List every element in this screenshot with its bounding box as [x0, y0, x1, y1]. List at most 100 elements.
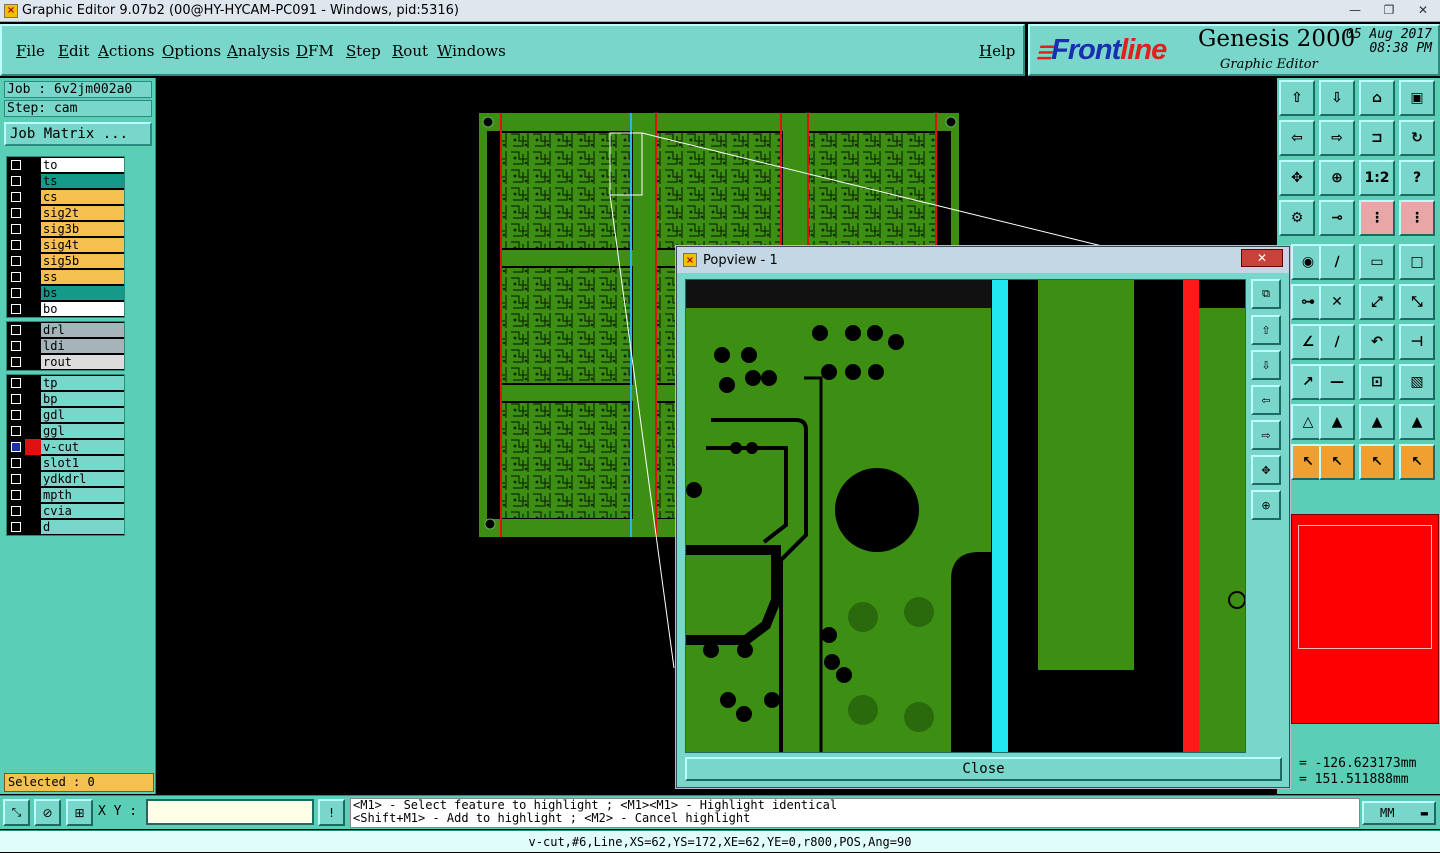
snap-icon[interactable]: ⊸ [1319, 200, 1355, 236]
layer-checkbox[interactable] [7, 285, 25, 301]
layer-row-ldi[interactable]: ldi [7, 338, 124, 354]
layer-row-slot1[interactable]: slot1 [7, 455, 124, 471]
layer-name[interactable]: slot1 [41, 455, 124, 471]
layer-name[interactable]: d [41, 519, 124, 535]
popview-window-icon[interactable]: ⧉ [1251, 279, 1281, 309]
layer-checkbox[interactable] [7, 354, 25, 370]
layer-row-cs[interactable]: cs [7, 189, 124, 205]
layer-name[interactable]: bo [41, 301, 124, 317]
select-net-icon[interactable]: ↖ [1399, 444, 1435, 480]
arc-icon[interactable]: ↶ [1359, 324, 1395, 360]
popview-fit-icon[interactable]: ✥ [1251, 455, 1281, 485]
layer-name[interactable]: ss [41, 269, 124, 285]
layer-name[interactable]: ldi [41, 338, 124, 354]
layer-row-ggl[interactable]: ggl [7, 423, 124, 439]
flip-icon[interactable]: ⊣ [1399, 324, 1435, 360]
layer-row-sig5b[interactable]: sig5b [7, 253, 124, 269]
popview-canvas[interactable] [685, 279, 1246, 753]
select-circle-icon[interactable]: ↖ [1359, 444, 1395, 480]
layer-row-cvia[interactable]: cvia [7, 503, 124, 519]
menu-help[interactable]: Help [979, 42, 1015, 60]
home-view-icon[interactable]: ⌂ [1359, 80, 1395, 116]
layer-row-ts[interactable]: ts [7, 173, 124, 189]
popview-close-button[interactable]: Close [685, 757, 1282, 781]
layer-checkbox[interactable] [7, 519, 25, 535]
net-highlight-icon[interactable]: ⋮ [1399, 200, 1435, 236]
layer-name[interactable]: bp [41, 391, 124, 407]
info-icon[interactable]: ! [318, 799, 345, 826]
triangle-up-icon[interactable]: ▲ [1319, 404, 1355, 440]
layer-checkbox[interactable] [7, 455, 25, 471]
layer-row-mpth[interactable]: mpth [7, 487, 124, 503]
layer-row-sig2t[interactable]: sig2t [7, 205, 124, 221]
layer-checkbox[interactable] [7, 338, 25, 354]
select-box-icon[interactable]: ↖ [1319, 444, 1355, 480]
outline-icon[interactable]: □ [1399, 244, 1435, 280]
menu-analysis[interactable]: Analysis [227, 42, 290, 60]
layer-name[interactable]: sig4t [41, 237, 124, 253]
layer-name[interactable]: sig3b [41, 221, 124, 237]
layer-checkbox[interactable] [7, 301, 25, 317]
layer-name[interactable]: ggl [41, 423, 124, 439]
menu-step[interactable]: Step [346, 42, 381, 60]
popview-center-icon[interactable]: ⊕ [1251, 490, 1281, 520]
layer-name[interactable]: bs [41, 285, 124, 301]
layer-checkbox[interactable] [7, 375, 25, 391]
popview-zoom-down-icon[interactable]: ⇩ [1251, 350, 1281, 380]
layer-row-to[interactable]: to [7, 157, 124, 173]
layer-name[interactable]: to [41, 157, 124, 173]
layer-checkbox[interactable] [7, 439, 25, 455]
layer-name[interactable]: rout [41, 354, 124, 370]
maximize-icon[interactable]: ❐ [1372, 0, 1406, 20]
window-view-icon[interactable]: ▣ [1399, 80, 1435, 116]
net-icon[interactable]: ⋮ [1359, 200, 1395, 236]
layer-name[interactable]: tp [41, 375, 124, 391]
layer-name[interactable]: sig5b [41, 253, 124, 269]
layer-checkbox[interactable] [7, 322, 25, 338]
cross-icon[interactable]: ✕ [1319, 284, 1355, 320]
menu-rout[interactable]: Rout [392, 42, 428, 60]
layer-row-d[interactable]: d [7, 519, 124, 535]
layer-checkbox[interactable] [7, 221, 25, 237]
layer-checkbox[interactable] [7, 173, 25, 189]
layer-checkbox[interactable] [7, 407, 25, 423]
layer-name[interactable]: ts [41, 173, 124, 189]
layer-name[interactable]: ydkdrl [41, 471, 124, 487]
close-icon[interactable]: ✕ [1406, 0, 1440, 20]
layer-checkbox[interactable] [7, 253, 25, 269]
layer-row-sig3b[interactable]: sig3b [7, 221, 124, 237]
layer-checkbox[interactable] [7, 205, 25, 221]
layer-row-v-cut[interactable]: v-cut [7, 439, 124, 455]
scale-icon[interactable]: 1:2 [1359, 160, 1395, 196]
menu-windows[interactable]: Windows [437, 42, 506, 60]
menu-file[interactable]: File [16, 42, 45, 60]
layer-row-sig4t[interactable]: sig4t [7, 237, 124, 253]
zoom-down-icon[interactable]: ⇩ [1319, 80, 1355, 116]
copy-icon[interactable]: ⊡ [1359, 364, 1395, 400]
connect-arrow-icon[interactable]: ⤡ [1399, 284, 1435, 320]
triangle-arc-icon[interactable]: ▲ [1359, 404, 1395, 440]
layer-checkbox[interactable] [7, 269, 25, 285]
layer-name[interactable]: cs [41, 189, 124, 205]
menu-actions[interactable]: Actions [98, 42, 154, 60]
layer-row-drl[interactable]: drl [7, 322, 124, 338]
layer-row-bo[interactable]: bo [7, 301, 124, 317]
zoom-up-icon[interactable]: ⇧ [1279, 80, 1315, 116]
menu-dfm[interactable]: DFM [296, 42, 334, 60]
group-icon[interactable]: ▧ [1399, 364, 1435, 400]
slash-icon[interactable]: ∕ [1319, 324, 1355, 360]
split-icon[interactable]: — [1319, 364, 1355, 400]
layer-checkbox[interactable] [7, 503, 25, 519]
minimize-icon[interactable]: — [1338, 0, 1372, 20]
pan-right-icon[interactable]: ⇨ [1319, 120, 1355, 156]
measure-icon[interactable]: ⚙ [1279, 200, 1315, 236]
fit-profile-icon[interactable]: ⊕ [1319, 160, 1355, 196]
layer-name[interactable]: gdl [41, 407, 124, 423]
layer-name[interactable]: drl [41, 322, 124, 338]
close-icon[interactable]: ✕ [1241, 249, 1283, 267]
snap-mode-icon[interactable]: ⤡ [3, 799, 30, 826]
menu-options[interactable]: Options [162, 42, 221, 60]
units-select[interactable]: MM ▬ [1362, 801, 1436, 825]
popview-pan-right-icon[interactable]: ⇨ [1251, 420, 1281, 450]
layer-row-tp[interactable]: tp [7, 375, 124, 391]
